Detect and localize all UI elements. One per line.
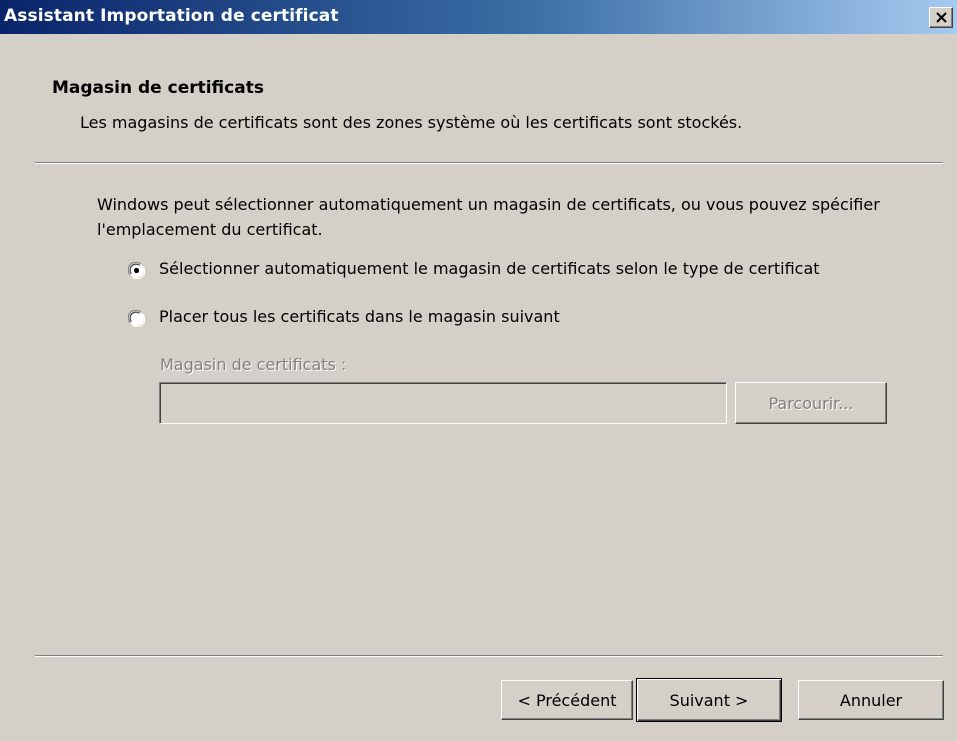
header-divider [35,162,943,164]
page-title: Magasin de certificats [52,78,264,98]
next-button[interactable]: Suivant > [636,678,782,722]
radio-empty-icon[interactable] [128,310,145,327]
radio-auto-select-label: Sélectionner automatiquement le magasin … [159,259,820,278]
store-field-label: Magasin de certificats : [160,355,347,374]
previous-button[interactable]: < Précédent [501,680,633,720]
title-bar[interactable]: Assistant Importation de certificat [0,0,957,34]
close-icon [936,12,947,23]
description-text: Windows peut sélectionner automatiquemen… [97,195,880,239]
wizard-window: Assistant Importation de certificat Maga… [0,0,957,741]
browse-button[interactable]: Parcourir... [735,382,887,424]
radio-manual-store-label: Placer tous les certificats dans le maga… [159,307,560,326]
store-input[interactable] [159,382,727,424]
close-button[interactable] [929,7,953,28]
radio-selected-icon[interactable] [128,262,145,279]
window-title: Assistant Importation de certificat [4,6,339,26]
footer-divider [35,655,943,657]
cancel-button[interactable]: Annuler [798,680,944,720]
page-subtitle: Les magasins de certificats sont des zon… [80,113,743,132]
